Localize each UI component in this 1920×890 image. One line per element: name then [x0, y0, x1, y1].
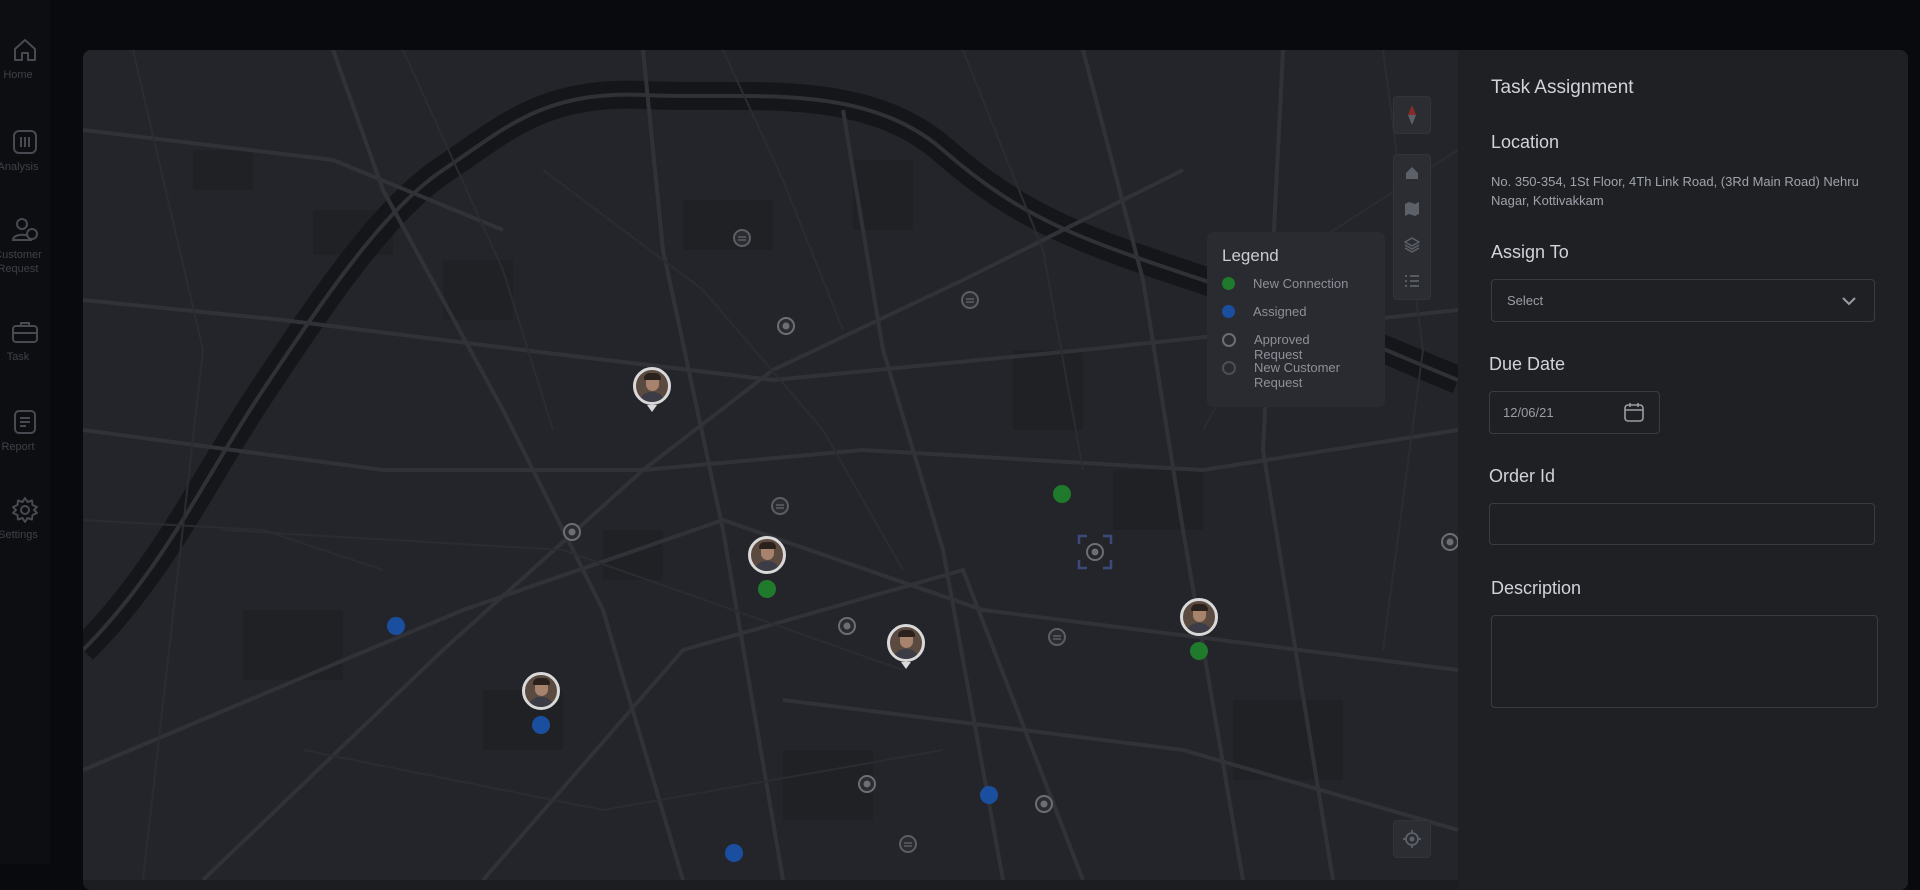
- location-label: Location: [1491, 132, 1560, 152]
- legend-item-assigned: Assigned: [1222, 304, 1358, 319]
- order-id-input[interactable]: [1489, 503, 1875, 545]
- agent-avatar-marker[interactable]: [748, 536, 786, 574]
- legend-item-approved-request: Approved Request: [1222, 332, 1359, 362]
- task-icon: [12, 322, 38, 343]
- location-text: No. 350-354, 1St Floor, 4Th Link Road, (…: [1491, 174, 1859, 208]
- list-icon: [1405, 275, 1419, 287]
- main-card: Legend New Connection Assigned Approved …: [83, 50, 1908, 890]
- new-customer-request-marker[interactable]: [960, 290, 980, 310]
- due-date-input[interactable]: 12/06/21: [1489, 391, 1660, 434]
- due-date-value: 12/06/21: [1503, 405, 1554, 420]
- legend-label: Approved Request: [1254, 332, 1310, 362]
- assigned-marker[interactable]: [980, 786, 998, 804]
- sidebar-item-label: Analysis: [0, 161, 39, 173]
- assigned-marker[interactable]: [725, 844, 743, 862]
- map-home-button[interactable]: [1394, 155, 1430, 191]
- approved-request-marker[interactable]: [837, 616, 857, 636]
- sidebar-item-home[interactable]: Home: [0, 36, 50, 82]
- agent-avatar-marker[interactable]: [522, 672, 560, 710]
- sidebar-item-analysis[interactable]: Analysis: [0, 128, 50, 174]
- locate-control[interactable]: [1393, 820, 1431, 858]
- approved-request-marker[interactable]: [1034, 794, 1054, 814]
- map-view-button[interactable]: [1394, 191, 1430, 227]
- approved-request-marker[interactable]: [1440, 532, 1458, 552]
- legend-item-new-customer-request: New Customer Request: [1222, 360, 1359, 390]
- layers-icon: [1404, 237, 1420, 253]
- settings-icon: [12, 497, 38, 523]
- map-list-button[interactable]: [1394, 263, 1430, 299]
- map-streets: [83, 50, 1458, 880]
- new-customer-request-marker[interactable]: [770, 496, 790, 516]
- target-location-icon[interactable]: [1077, 534, 1113, 570]
- new-customer-request-marker[interactable]: [1047, 627, 1067, 647]
- approved-request-icon: [1222, 333, 1236, 347]
- report-icon: [14, 410, 36, 434]
- task-assignment-panel: Task Assignment Location No. 350-354, 1S…: [1458, 50, 1908, 890]
- new-connection-marker[interactable]: [758, 580, 776, 598]
- sidebar-item-label: Customer Request: [0, 249, 42, 275]
- sidebar-item-settings[interactable]: Settings: [0, 496, 50, 542]
- sidebar-item-customer-request[interactable]: Customer Request: [0, 216, 50, 276]
- sidebar-item-report[interactable]: Report: [0, 408, 50, 454]
- due-date-label: Due Date: [1489, 354, 1566, 374]
- calendar-icon[interactable]: [1623, 401, 1645, 423]
- sidebar-item-label: Task: [6, 351, 30, 363]
- map-toolbar: [1393, 154, 1431, 300]
- legend-title: Legend: [1222, 246, 1279, 265]
- home-icon: [1406, 167, 1418, 179]
- new-connection-marker[interactable]: [1053, 485, 1071, 503]
- agent-avatar-marker[interactable]: [633, 367, 671, 405]
- description-label: Description: [1491, 578, 1582, 598]
- chevron-down-icon: [1842, 297, 1856, 306]
- sidebar: Home Analysis Customer Request Task Repo…: [0, 0, 50, 864]
- approved-request-marker[interactable]: [562, 522, 582, 542]
- description-textarea[interactable]: [1491, 615, 1878, 708]
- locate-icon: [1403, 830, 1421, 848]
- sidebar-item-label: Home: [3, 69, 33, 81]
- new-customer-request-marker[interactable]: [732, 228, 752, 248]
- home-icon: [14, 39, 36, 61]
- sidebar-item-task[interactable]: Task: [0, 318, 50, 364]
- map-icon: [1405, 202, 1419, 216]
- sidebar-item-label: Report: [1, 441, 35, 453]
- legend-item-new-connection: New Connection: [1222, 276, 1358, 291]
- agent-avatar-marker[interactable]: [887, 624, 925, 662]
- assigned-marker[interactable]: [387, 617, 405, 635]
- compass-control[interactable]: [1393, 96, 1431, 134]
- panel-title: Task Assignment: [1491, 77, 1634, 98]
- assigned-dot: [1222, 305, 1235, 318]
- assigned-marker[interactable]: [532, 716, 550, 734]
- legend-label: New Connection: [1253, 276, 1349, 291]
- pin-tail: [647, 405, 657, 412]
- customer-request-icon: [11, 218, 38, 241]
- agent-avatar-marker[interactable]: [1180, 598, 1218, 636]
- map-legend: Legend New Connection Assigned Approved …: [1207, 232, 1385, 407]
- map-layers-button[interactable]: [1394, 227, 1430, 263]
- approved-request-marker[interactable]: [857, 774, 877, 794]
- legend-label: Assigned: [1253, 304, 1307, 319]
- sidebar-item-label: Settings: [0, 529, 38, 541]
- legend-label: New Customer Request: [1254, 360, 1340, 390]
- analysis-icon: [13, 130, 37, 154]
- new-connection-marker[interactable]: [1190, 642, 1208, 660]
- new-connection-dot: [1222, 277, 1235, 290]
- assign-to-select[interactable]: Select: [1491, 279, 1875, 322]
- new-customer-request-icon: [1222, 361, 1236, 375]
- order-id-label: Order Id: [1489, 466, 1556, 486]
- map[interactable]: Legend New Connection Assigned Approved …: [83, 50, 1458, 880]
- pin-tail: [901, 662, 911, 669]
- assign-to-label: Assign To: [1491, 242, 1569, 262]
- assign-to-value: Select: [1507, 293, 1544, 308]
- compass-icon: [1408, 105, 1416, 125]
- approved-request-marker[interactable]: [776, 316, 796, 336]
- new-customer-request-marker[interactable]: [898, 834, 918, 854]
